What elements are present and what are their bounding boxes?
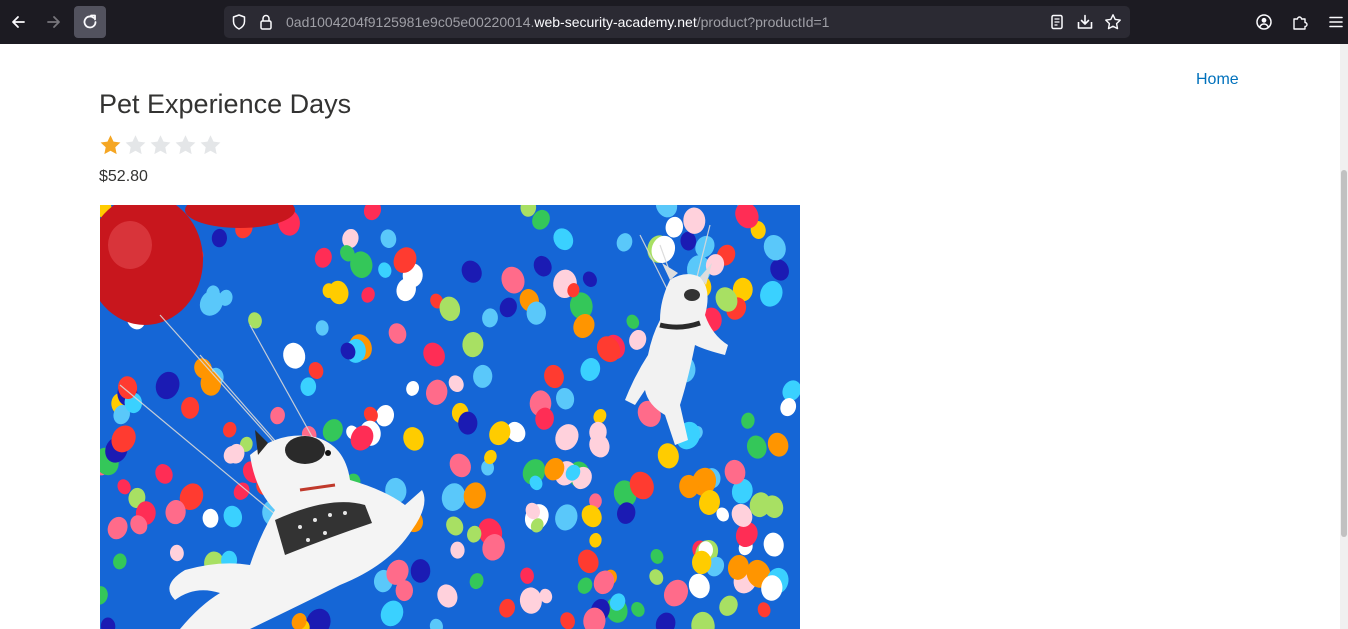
product-price: $52.80 [99,168,148,185]
product-rating [98,133,223,158]
reload-button[interactable] [74,6,106,38]
star-empty-icon [175,135,196,155]
menu-button[interactable] [1320,6,1348,38]
account-icon [1256,14,1272,30]
browser-toolbar: 0ad1004204f9125981e9c05e00220014.web-sec… [0,0,1348,44]
arrow-right-icon [47,16,60,28]
address-bar[interactable]: 0ad1004204f9125981e9c05e00220014.web-sec… [224,6,1130,38]
account-button[interactable] [1248,6,1280,38]
product-title: Pet Experience Days [99,89,352,119]
extensions-button[interactable] [1284,6,1316,38]
url-path: /product?productId=1 [696,14,830,30]
download-icon[interactable] [1076,13,1094,31]
arrow-left-icon [12,16,25,28]
star-filled-icon [100,135,121,155]
scrollbar-thumb[interactable] [1341,170,1347,537]
star-empty-icon [150,135,171,155]
forward-button[interactable] [38,6,70,38]
lock-icon[interactable] [257,13,275,31]
hamburger-icon [1329,16,1343,28]
back-button[interactable] [2,6,34,38]
home-link[interactable]: Home [1196,71,1239,89]
url-prefix: 0ad1004204f9125981e9c05e00220014. [286,14,535,30]
reload-icon [83,14,97,29]
product-image [100,205,800,629]
balloons-dogs-photo [100,205,800,629]
reader-view-icon[interactable] [1048,13,1066,31]
url-text[interactable]: 0ad1004204f9125981e9c05e00220014.web-sec… [286,6,829,38]
page-scrollbar[interactable] [1340,44,1348,629]
star-empty-icon [125,135,146,155]
url-host: web-security-academy.net [534,14,697,30]
shield-icon[interactable] [230,13,248,31]
bookmark-star-icon[interactable] [1104,13,1122,31]
star-empty-icon [200,135,221,155]
puzzle-icon [1293,16,1308,30]
